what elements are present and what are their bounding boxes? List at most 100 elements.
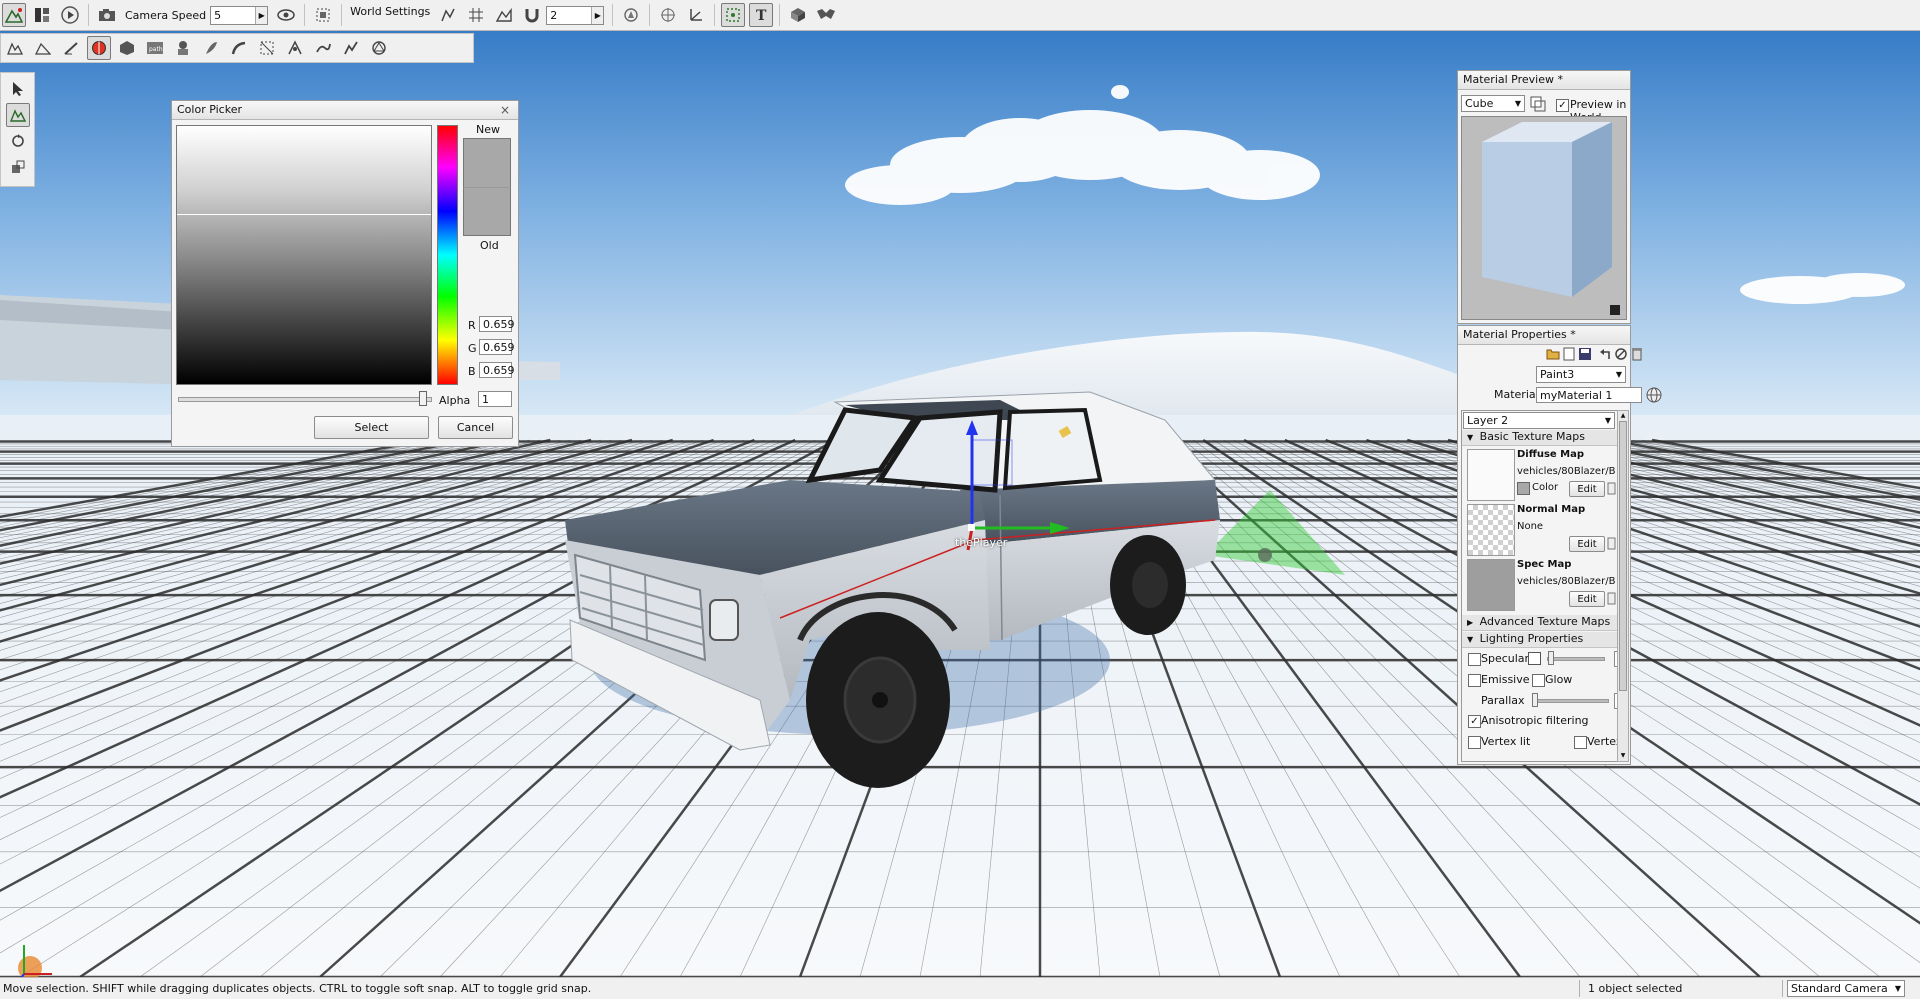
decal-editor-icon[interactable] xyxy=(171,36,195,60)
world-settings-label[interactable]: World Settings xyxy=(350,5,430,18)
glow-checkbox[interactable] xyxy=(1532,674,1545,687)
select-arrow-icon[interactable] xyxy=(6,77,30,101)
blue-field[interactable]: 0.659 xyxy=(479,362,515,378)
save-icon[interactable] xyxy=(1578,347,1592,364)
vertex-color-checkbox[interactable] xyxy=(1574,736,1587,749)
camera-speed-spinner[interactable]: 5 ▶ xyxy=(210,5,269,25)
green-field[interactable]: 0.659 xyxy=(479,339,515,355)
camera-mode-dropdown[interactable]: Standard Camera ▼ xyxy=(1787,980,1905,997)
specular-slider-thumb[interactable] xyxy=(1548,651,1554,665)
drop-to-ground-icon[interactable] xyxy=(814,3,838,27)
properties-scrollbar[interactable]: ▲ ▼ xyxy=(1617,410,1629,762)
scroll-down-icon[interactable]: ▼ xyxy=(1618,751,1628,761)
selection-mode-icon[interactable] xyxy=(721,3,746,27)
diffuse-color-swatch[interactable] xyxy=(1517,482,1530,495)
layer-dropdown[interactable]: Layer 2 ▼ xyxy=(1463,412,1615,429)
scale-tool-icon[interactable] xyxy=(6,155,30,179)
material-properties-titlebar[interactable]: Material Properties * xyxy=(1458,326,1630,345)
alpha-slider-track[interactable] xyxy=(178,397,432,402)
terrain-editor-icon[interactable] xyxy=(31,36,55,60)
scroll-up-icon[interactable]: ▲ xyxy=(1618,411,1628,421)
color-picker-titlebar[interactable]: Color Picker × xyxy=(172,101,518,120)
world-editor-icon[interactable] xyxy=(2,3,26,27)
fit-camera-icon[interactable] xyxy=(311,3,335,27)
camera-speed-value[interactable]: 5 xyxy=(211,9,255,22)
snap-settings-icon[interactable] xyxy=(436,3,460,27)
specular-slider-track[interactable] xyxy=(1547,657,1605,661)
normal-edit-button[interactable]: Edit xyxy=(1569,536,1605,552)
preview-shape-dropdown[interactable]: Cube ▼ xyxy=(1461,95,1525,112)
shape-editor-icon[interactable] xyxy=(367,36,391,60)
vertex-lit-checkbox[interactable] xyxy=(1468,736,1481,749)
spec-delete-icon[interactable] xyxy=(1607,591,1616,608)
diffuse-edit-button[interactable]: Edit xyxy=(1569,481,1605,497)
particle-editor-icon[interactable] xyxy=(339,36,363,60)
new-material-icon[interactable] xyxy=(1563,347,1575,364)
navmesh-editor-icon[interactable] xyxy=(255,36,279,60)
normal-map-thumbnail[interactable] xyxy=(1467,504,1515,556)
forest-editor-icon[interactable] xyxy=(199,36,223,60)
specular-checkbox[interactable] xyxy=(1468,653,1481,666)
drop-object-icon[interactable] xyxy=(786,3,810,27)
material-editor-icon[interactable] xyxy=(87,36,111,60)
preview-in-world-checkbox[interactable]: ✓ xyxy=(1556,99,1569,112)
object-bounds-icon[interactable] xyxy=(619,3,643,27)
material-target-dropdown[interactable]: Paint3 ▼ xyxy=(1536,366,1626,383)
select-button[interactable]: Select xyxy=(314,416,429,439)
basic-texture-maps-header[interactable]: ▼ Basic Texture Maps xyxy=(1462,430,1617,446)
axis-orientation-icon[interactable] xyxy=(684,3,708,27)
magnet-icon[interactable] xyxy=(520,3,544,27)
river-editor-icon[interactable] xyxy=(311,36,335,60)
advanced-texture-maps-header[interactable]: ▶ Advanced Texture Maps xyxy=(1462,615,1617,631)
center-pivot-icon[interactable] xyxy=(656,3,680,27)
open-folder-icon[interactable] xyxy=(1546,347,1560,364)
visibility-eye-icon[interactable] xyxy=(274,3,298,27)
grid-size-spinner[interactable]: 2 ▶ xyxy=(546,5,605,25)
spinner-arrow-icon[interactable]: ▶ xyxy=(591,6,604,24)
parallax-slider-thumb[interactable] xyxy=(1532,693,1538,707)
rotate-tool-icon[interactable] xyxy=(6,129,30,153)
mesh-road-icon[interactable] xyxy=(227,36,251,60)
material-name-field[interactable]: myMaterial 1 xyxy=(1536,387,1642,403)
material-globe-icon[interactable] xyxy=(1646,387,1662,406)
background-color-icon[interactable] xyxy=(1530,96,1546,115)
terrain-snap-icon[interactable] xyxy=(492,3,516,27)
datablock-editor-icon[interactable]: path xyxy=(143,36,167,60)
material-preview-titlebar[interactable]: Material Preview * xyxy=(1458,71,1630,90)
close-icon[interactable]: × xyxy=(500,101,510,119)
lighting-properties-header[interactable]: ▼ Lighting Properties xyxy=(1462,632,1617,648)
object-editor-icon[interactable] xyxy=(3,36,27,60)
camera-icon[interactable] xyxy=(95,3,119,27)
spec-map-thumbnail[interactable] xyxy=(1467,559,1515,611)
terrain-painter-icon[interactable] xyxy=(59,36,83,60)
material-properties-scroll[interactable]: Layer 2 ▼ ▼ Basic Texture Maps Diffuse M… xyxy=(1461,410,1618,762)
sketch-tool-icon[interactable] xyxy=(115,36,139,60)
anisotropic-checkbox[interactable]: ✓ xyxy=(1468,715,1481,728)
move-tool-icon[interactable] xyxy=(5,103,30,127)
play-icon[interactable] xyxy=(58,3,82,27)
material-preview-render[interactable] xyxy=(1461,116,1627,320)
delete-icon[interactable] xyxy=(1631,347,1643,364)
scrollbar-thumb[interactable] xyxy=(1619,421,1627,691)
undo-icon[interactable] xyxy=(1599,347,1611,364)
grid-size-value[interactable]: 2 xyxy=(547,9,591,22)
spinner-arrow-icon[interactable]: ▶ xyxy=(255,6,268,24)
alpha-slider-thumb[interactable] xyxy=(419,391,427,406)
color-crosshair[interactable] xyxy=(177,214,431,215)
spec-edit-button[interactable]: Edit xyxy=(1569,591,1605,607)
text-labels-icon[interactable]: T xyxy=(749,3,774,27)
diffuse-map-thumbnail[interactable] xyxy=(1467,449,1515,501)
diffuse-delete-icon[interactable] xyxy=(1607,481,1616,498)
specular-color-swatch[interactable] xyxy=(1528,652,1541,665)
road-editor-icon[interactable] xyxy=(283,36,307,60)
parallax-slider-track[interactable] xyxy=(1532,699,1609,703)
normal-delete-icon[interactable] xyxy=(1607,536,1616,553)
red-field[interactable]: 0.659 xyxy=(479,316,515,332)
grid-snap-icon[interactable] xyxy=(464,3,488,27)
alpha-field[interactable]: 1 xyxy=(478,391,512,407)
cancel-button[interactable]: Cancel xyxy=(438,416,513,439)
gui-editor-icon[interactable] xyxy=(30,3,54,27)
emissive-checkbox[interactable] xyxy=(1468,674,1481,687)
saturation-brightness-field[interactable] xyxy=(176,125,432,385)
hue-slider[interactable] xyxy=(437,125,458,385)
